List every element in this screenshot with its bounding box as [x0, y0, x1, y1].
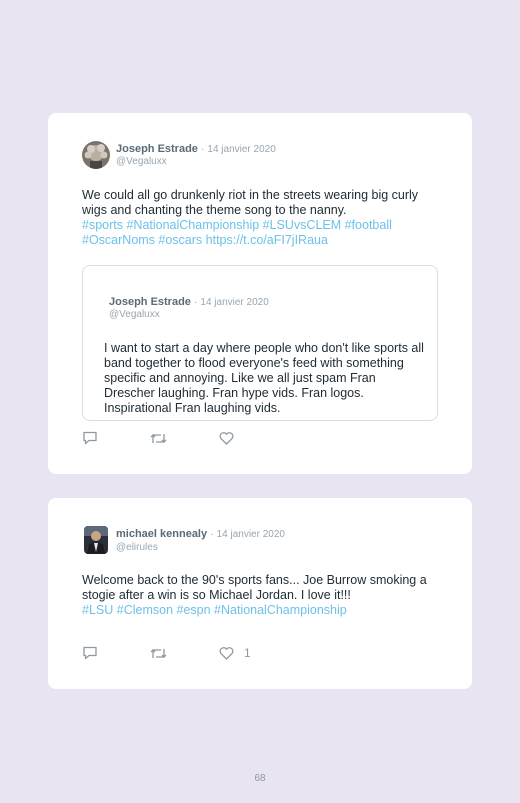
like-button[interactable] [219, 430, 234, 446]
separator: · [193, 297, 198, 308]
tweet-text: We could all go drunkenly riot in the st… [82, 188, 442, 248]
quoted-author-name[interactable]: Joseph Estrade [109, 296, 191, 308]
quoted-author-line: Joseph Estrade · 14 janvier 2020 [109, 296, 269, 309]
retweet-icon [150, 647, 167, 660]
avatar[interactable] [84, 526, 108, 554]
tweet-date[interactable]: 14 janvier 2020 [207, 144, 275, 155]
quoted-tweet-date[interactable]: 14 janvier 2020 [200, 297, 268, 308]
reply-button[interactable] [82, 430, 98, 446]
tweet-author-line: Joseph Estrade · 14 janvier 2020 [116, 143, 276, 156]
like-button[interactable]: 1 [219, 645, 251, 661]
hashtags-and-link[interactable]: #OscarNoms #oscars https://t.co/aFI7jIRa… [82, 233, 328, 247]
separator: · [200, 144, 205, 155]
reply-icon [82, 646, 98, 660]
like-count: 1 [244, 646, 251, 660]
tweet-actions: 1 [82, 645, 282, 661]
reply-icon [82, 431, 98, 445]
heart-icon [219, 646, 234, 660]
separator: · [210, 529, 214, 540]
page-number: 68 [254, 773, 266, 784]
hashtags[interactable]: #LSU #Clemson #espn #NationalChampionshi… [82, 603, 347, 617]
quoted-tweet-text: I want to start a day where people who d… [104, 341, 424, 415]
tweet-text: Welcome back to the 90's sports fans... … [82, 573, 452, 618]
quoted-author-handle[interactable]: @Vegaluxx [109, 309, 160, 321]
author-name[interactable]: michael kennealy [116, 528, 207, 540]
quoted-tweet[interactable]: Joseph Estrade · 14 janvier 2020 @Vegalu… [82, 265, 438, 421]
tweet-actions [82, 430, 282, 446]
heart-icon [219, 431, 234, 445]
author-handle[interactable]: @Vegaluxx [116, 156, 167, 168]
retweet-icon [150, 432, 167, 445]
tweet-card: michael kennealy · 14 janvier 2020 @elir… [48, 498, 472, 689]
tweet-date[interactable]: 14 janvier 2020 [217, 529, 285, 540]
author-name[interactable]: Joseph Estrade [116, 143, 198, 155]
author-handle[interactable]: @elirules [116, 542, 158, 554]
reply-button[interactable] [82, 645, 98, 661]
retweet-button[interactable] [150, 645, 167, 661]
tweet-body: We could all go drunkenly riot in the st… [82, 188, 419, 217]
tweet-author-line: michael kennealy · 14 janvier 2020 [116, 528, 285, 541]
avatar[interactable] [82, 141, 110, 169]
retweet-button[interactable] [150, 430, 167, 446]
tweet-card: Joseph Estrade · 14 janvier 2020 @Vegalu… [48, 113, 472, 474]
tweet-body: Welcome back to the 90's sports fans... … [82, 573, 427, 602]
hashtags[interactable]: #sports #NationalChampionship #LSUvsCLEM… [82, 218, 392, 232]
